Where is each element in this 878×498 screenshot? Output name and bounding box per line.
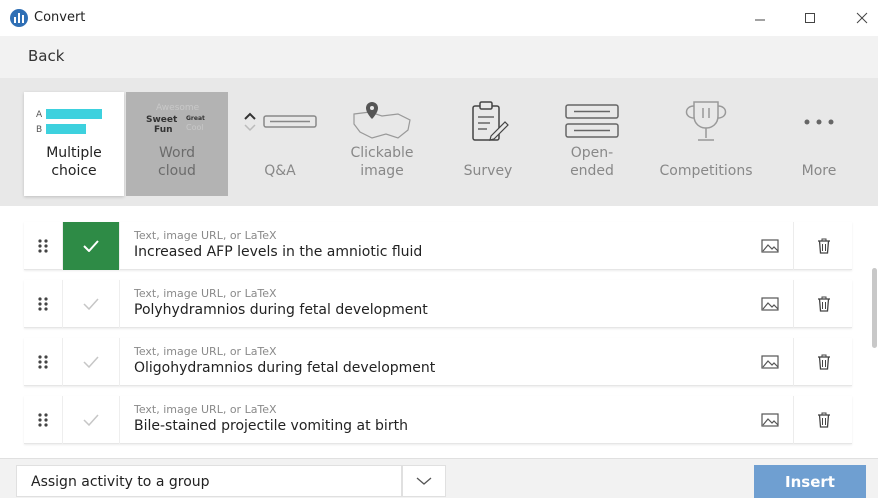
trash-icon[interactable] (796, 396, 852, 444)
qa-icon (236, 98, 324, 146)
group-select[interactable]: Assign activity to a group (16, 465, 402, 497)
activity-type-clickable-image[interactable]: Clickable image (336, 92, 428, 196)
answer-row: Text, image URL, or LaTeX Polyhydramnios… (24, 280, 852, 328)
activity-type-survey[interactable]: Survey (446, 92, 530, 196)
image-icon[interactable] (746, 280, 794, 328)
activity-type-label: Competitions (659, 163, 753, 179)
map-pin-icon (336, 98, 428, 146)
svg-text:Sweet: Sweet (146, 115, 178, 125)
scrollbar[interactable] (871, 212, 878, 442)
answer-row: Text, image URL, or LaTeX Increased AFP … (24, 222, 852, 270)
svg-text:Cool: Cool (186, 123, 204, 132)
answer-input[interactable]: Increased AFP levels in the amniotic flu… (134, 244, 422, 260)
answer-input[interactable]: Oligohydramnios during fetal development (134, 360, 435, 376)
scrollbar-thumb[interactable] (872, 268, 877, 348)
activity-type-word-cloud[interactable]: Awesome Sweet Great Fun Cool Word cloud (126, 92, 228, 196)
activity-type-label: Multiple choice (46, 145, 102, 179)
activity-type-open-ended[interactable]: Open- ended (548, 92, 636, 196)
drag-handle-icon[interactable] (24, 222, 61, 270)
chevron-down-icon[interactable] (402, 465, 446, 497)
mc-letter-a: A (36, 110, 43, 120)
trash-icon[interactable] (796, 280, 852, 328)
trash-icon[interactable] (796, 338, 852, 386)
chat-bubbles-icon (548, 98, 636, 146)
answer-placeholder: Text, image URL, or LaTeX (134, 229, 277, 242)
drag-handle-icon[interactable] (24, 338, 61, 386)
minimize-icon[interactable] (744, 4, 776, 32)
activity-type-strip: A B Multiple choice Awesome Sweet Great … (0, 78, 878, 206)
image-icon[interactable] (746, 396, 794, 444)
clipboard-icon (446, 98, 530, 146)
trash-icon[interactable] (796, 222, 852, 270)
answer-placeholder: Text, image URL, or LaTeX (134, 287, 277, 300)
answer-row: Text, image URL, or LaTeX Bile-stained p… (24, 396, 852, 444)
back-button[interactable]: Back (28, 47, 64, 65)
activity-type-more[interactable]: More (786, 92, 852, 196)
checkmark-icon (83, 240, 99, 252)
more-dots-icon (786, 98, 852, 146)
title-bar: Convert (0, 0, 878, 36)
checkmark-icon (83, 298, 99, 310)
checkmark-icon (83, 356, 99, 368)
activity-type-qa[interactable]: Q&A (236, 92, 324, 196)
image-icon[interactable] (746, 222, 794, 270)
activity-type-label: Survey (463, 163, 513, 179)
activity-type-multiple-choice[interactable]: A B Multiple choice (24, 92, 124, 196)
activity-type-label: Q&A (264, 163, 296, 179)
svg-text:Awesome: Awesome (156, 103, 200, 113)
activity-type-label: Word cloud (158, 145, 196, 179)
activity-type-label: More (801, 163, 837, 179)
drag-handle-icon[interactable] (24, 280, 61, 328)
answer-input[interactable]: Polyhydramnios during fetal development (134, 302, 428, 318)
footer: Assign activity to a group Insert (0, 458, 878, 498)
svg-text:Fun: Fun (154, 125, 173, 135)
multiple-choice-icon: A B (24, 98, 124, 146)
answer-row: Text, image URL, or LaTeX Oligohydramnio… (24, 338, 852, 386)
window-title: Convert (34, 10, 86, 25)
header-bar: Back (0, 36, 878, 78)
word-cloud-icon: Awesome Sweet Great Fun Cool (126, 98, 228, 146)
correct-toggle-button[interactable] (62, 396, 120, 444)
activity-type-label: Clickable image (350, 145, 414, 179)
activity-type-label: Open- ended (570, 145, 614, 179)
correct-toggle-button[interactable] (62, 222, 120, 270)
intel-logo-icon (10, 9, 28, 27)
group-select-label: Assign activity to a group (31, 474, 210, 490)
drag-handle-icon[interactable] (24, 396, 61, 444)
close-icon[interactable] (846, 4, 878, 32)
activity-type-competitions[interactable]: Competitions (646, 92, 766, 196)
answer-placeholder: Text, image URL, or LaTeX (134, 345, 277, 358)
maximize-icon[interactable] (794, 4, 826, 32)
checkmark-icon (83, 414, 99, 426)
image-icon[interactable] (746, 338, 794, 386)
insert-button[interactable]: Insert (754, 465, 866, 498)
answer-input[interactable]: Bile-stained projectile vomiting at birt… (134, 418, 408, 434)
correct-toggle-button[interactable] (62, 280, 120, 328)
answer-placeholder: Text, image URL, or LaTeX (134, 403, 277, 416)
trophy-icon (646, 98, 766, 146)
correct-toggle-button[interactable] (62, 338, 120, 386)
svg-text:Great: Great (186, 115, 205, 122)
mc-letter-b: B (36, 125, 42, 135)
